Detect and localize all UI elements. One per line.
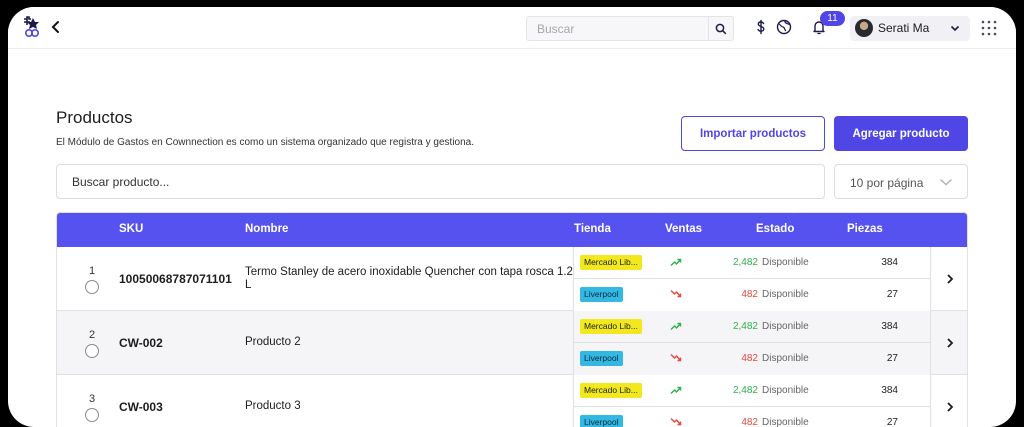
notification-badge: 11 bbox=[820, 11, 845, 26]
status-text: Disponible bbox=[762, 321, 809, 332]
trend-up-icon bbox=[670, 258, 682, 266]
pieces-value: 384 bbox=[881, 385, 898, 396]
store-tag: Mercado Lib... bbox=[580, 383, 642, 398]
sales-value: 2,482 bbox=[732, 257, 758, 268]
row-number: 3 bbox=[88, 393, 96, 405]
status-text: Disponible bbox=[762, 257, 809, 268]
row-sku: 10050068787071101 bbox=[119, 272, 232, 286]
row-detail-button[interactable] bbox=[930, 247, 967, 311]
add-product-button[interactable]: Agregar producto bbox=[834, 116, 968, 151]
search-button[interactable] bbox=[708, 17, 733, 40]
avatar bbox=[855, 19, 873, 37]
trend-up-icon bbox=[670, 386, 682, 394]
pieces-value: 384 bbox=[881, 257, 898, 268]
column-header-status[interactable]: Estado bbox=[756, 223, 794, 235]
row-sku: CW-003 bbox=[119, 400, 163, 414]
column-header-name[interactable]: Nombre bbox=[245, 223, 288, 235]
row-number: 2 bbox=[88, 329, 96, 341]
sales-value: 482 bbox=[741, 417, 758, 427]
table-row[interactable]: 3 CW-003 Producto 3 Mercado Lib... 2,482… bbox=[57, 375, 967, 427]
store-row: Mercado Lib... 2,482 Disponible 384 bbox=[574, 311, 931, 343]
globe-icon[interactable] bbox=[775, 18, 793, 36]
pieces-value: 27 bbox=[886, 353, 898, 364]
store-row: Mercado Lib... 2,482 Disponible 384 bbox=[574, 247, 931, 279]
back-arrow-icon[interactable] bbox=[50, 19, 62, 35]
store-breakdown: Mercado Lib... 2,482 Disponible 384 Live… bbox=[573, 311, 931, 375]
column-header-store[interactable]: Tienda bbox=[574, 223, 611, 235]
status-text: Disponible bbox=[762, 289, 809, 300]
pieces-value: 27 bbox=[886, 417, 898, 427]
store-breakdown: Mercado Lib... 2,482 Disponible 384 Live… bbox=[573, 247, 931, 311]
row-select-radio[interactable] bbox=[85, 408, 99, 422]
trend-down-icon bbox=[670, 418, 682, 426]
store-breakdown: Mercado Lib... 2,482 Disponible 384 Live… bbox=[573, 375, 931, 427]
store-tag: Liverpool bbox=[580, 351, 623, 366]
store-row: Liverpool 482 Disponible 27 bbox=[574, 343, 931, 375]
store-tag: Mercado Lib... bbox=[580, 319, 642, 334]
product-search bbox=[56, 164, 825, 199]
per-page-value: 10 por página bbox=[850, 176, 924, 190]
table-row[interactable]: 1 10050068787071101 Termo Stanley de ace… bbox=[57, 247, 967, 311]
column-header-sales[interactable]: Ventas bbox=[665, 223, 702, 235]
row-select-radio[interactable] bbox=[85, 280, 99, 294]
table-header: SKU Nombre Tienda Ventas Estado Piezas bbox=[57, 213, 967, 247]
status-text: Disponible bbox=[762, 353, 809, 364]
global-search bbox=[526, 16, 734, 41]
sales-value: 2,482 bbox=[732, 321, 758, 332]
chevron-down-icon bbox=[950, 25, 960, 32]
trend-down-icon bbox=[670, 354, 682, 362]
app-logo-icon[interactable] bbox=[22, 16, 42, 38]
row-product-name: Termo Stanley de acero inoxidable Quench… bbox=[245, 266, 573, 291]
products-table: SKU Nombre Tienda Ventas Estado Piezas 1… bbox=[56, 212, 968, 427]
column-header-sku[interactable]: SKU bbox=[119, 223, 143, 235]
per-page-select[interactable]: 10 por página bbox=[834, 164, 968, 199]
row-detail-button[interactable] bbox=[930, 375, 967, 427]
store-row: Liverpool 482 Disponible 27 bbox=[574, 279, 931, 311]
global-search-input[interactable] bbox=[527, 17, 709, 40]
chevron-right-icon bbox=[947, 274, 954, 284]
chevron-right-icon bbox=[947, 338, 954, 348]
store-row: Liverpool 482 Disponible 27 bbox=[574, 407, 931, 427]
page-subtitle: El Módulo de Gastos en Cownnection es co… bbox=[56, 137, 475, 148]
app-window: 11 Serati Ma Productos El Módulo de Gast… bbox=[8, 7, 1016, 427]
top-bar: 11 Serati Ma bbox=[8, 7, 1016, 49]
chevron-down-icon bbox=[940, 178, 952, 186]
row-product-name: Producto 2 bbox=[245, 336, 301, 348]
chevron-right-icon bbox=[947, 402, 954, 412]
row-product-name: Producto 3 bbox=[245, 400, 301, 412]
row-select-radio[interactable] bbox=[85, 344, 99, 358]
page-title: Productos bbox=[56, 108, 133, 127]
store-tag: Mercado Lib... bbox=[580, 255, 642, 270]
trend-up-icon bbox=[670, 322, 682, 330]
apps-grid-icon[interactable] bbox=[981, 20, 997, 36]
sales-value: 482 bbox=[741, 289, 758, 300]
user-menu[interactable]: Serati Ma bbox=[850, 16, 970, 41]
dollar-icon[interactable] bbox=[752, 18, 770, 36]
store-tag: Liverpool bbox=[580, 415, 623, 427]
search-icon bbox=[715, 23, 727, 34]
import-products-button[interactable]: Importar productos bbox=[681, 116, 825, 151]
store-tag: Liverpool bbox=[580, 287, 623, 302]
row-number: 1 bbox=[88, 265, 96, 277]
sales-value: 2,482 bbox=[732, 385, 758, 396]
user-name: Serati Ma bbox=[878, 21, 930, 35]
row-sku: CW-002 bbox=[119, 336, 163, 350]
status-text: Disponible bbox=[762, 417, 809, 427]
pieces-value: 384 bbox=[881, 321, 898, 332]
row-detail-button[interactable] bbox=[930, 311, 967, 375]
table-row[interactable]: 2 CW-002 Producto 2 Mercado Lib... 2,482… bbox=[57, 311, 967, 375]
column-header-pieces[interactable]: Piezas bbox=[847, 223, 883, 235]
trend-down-icon bbox=[670, 290, 682, 298]
product-search-input[interactable] bbox=[57, 165, 824, 198]
pieces-value: 27 bbox=[886, 289, 898, 300]
sales-value: 482 bbox=[741, 353, 758, 364]
status-text: Disponible bbox=[762, 385, 809, 396]
store-row: Mercado Lib... 2,482 Disponible 384 bbox=[574, 375, 931, 407]
